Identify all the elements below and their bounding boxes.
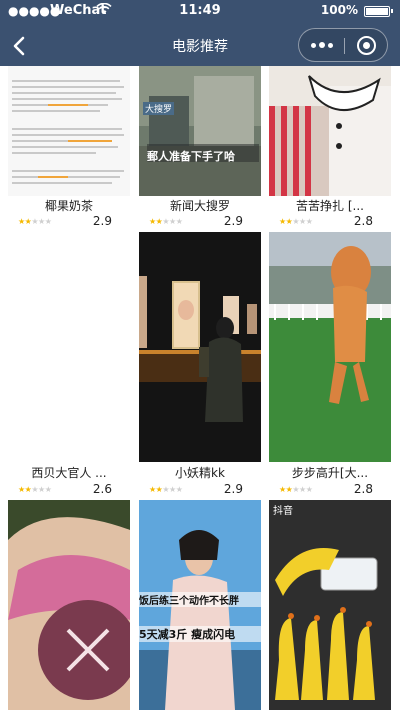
more-dots-icon bbox=[310, 42, 316, 48]
movie-thumbnail: 饭后练三个动作不长胖 5天减3斤 瘦成闪电 bbox=[139, 500, 261, 710]
thumbnail-caption: 5天减3斤 瘦成闪电 bbox=[139, 626, 261, 642]
top-bar: ●●●●● WeChat 11:49 100% 电影推荐 bbox=[0, 0, 400, 66]
movie-thumbnail bbox=[269, 232, 391, 462]
star-rating-icon: ★★★★★ bbox=[18, 485, 52, 494]
movie-thumbnail bbox=[8, 500, 130, 710]
tiktok-watermark: 抖音 bbox=[273, 506, 293, 517]
movie-card[interactable] bbox=[8, 500, 130, 710]
capsule-divider bbox=[344, 38, 345, 54]
movie-thumbnail bbox=[8, 232, 130, 462]
movie-card[interactable]: 抖音 bbox=[269, 500, 391, 710]
star-rating-icon: ★★★★★ bbox=[149, 485, 183, 494]
movie-thumbnail bbox=[8, 66, 130, 196]
movie-title: 苦苦挣扎 [... bbox=[296, 199, 364, 213]
star-rating-icon: ★★★★★ bbox=[279, 217, 313, 226]
thumbnail-caption: 饭后练三个动作不长胖 bbox=[139, 592, 261, 607]
movie-score: 2.9 bbox=[223, 214, 243, 228]
movie-score: 2.9 bbox=[92, 214, 112, 228]
movie-rating: ★★★★★ 2.8 bbox=[279, 214, 391, 228]
movie-rating: ★★★★★ 2.8 bbox=[279, 482, 391, 496]
movie-card[interactable]: 苦苦挣扎 [... ★★★★★ 2.8 bbox=[269, 66, 391, 231]
star-rating-icon: ★★★★★ bbox=[279, 485, 313, 494]
movie-title: 椰果奶茶 bbox=[44, 199, 93, 213]
battery-icon bbox=[364, 6, 393, 17]
close-miniprogram-button[interactable] bbox=[357, 36, 376, 55]
movie-thumbnail: 大搜罗 郵人准备下手了哈 bbox=[139, 66, 261, 196]
movie-rating: ★★★★★ 2.9 bbox=[18, 214, 130, 228]
navigation-bar: 电影推荐 bbox=[0, 26, 400, 66]
movie-score: 2.6 bbox=[92, 482, 112, 496]
movie-title: 小妖精kk bbox=[175, 466, 225, 480]
movie-rating: ★★★★★ 2.6 bbox=[18, 482, 130, 496]
movie-title: 西贝大官人 ... bbox=[31, 466, 107, 480]
movie-card[interactable]: 小妖精kk ★★★★★ 2.9 bbox=[139, 232, 261, 500]
movie-thumbnail bbox=[139, 232, 261, 462]
movie-thumbnail bbox=[269, 66, 391, 196]
battery-percentage: 100% bbox=[320, 3, 358, 17]
movie-card[interactable]: 饭后练三个动作不长胖 5天减3斤 瘦成闪电 bbox=[139, 500, 261, 710]
movie-rating: ★★★★★ 2.9 bbox=[149, 482, 261, 496]
movie-card[interactable]: 西贝大官人 ... ★★★★★ 2.6 bbox=[8, 232, 130, 500]
thumbnail-tag: 大搜罗 bbox=[143, 102, 175, 115]
movie-card[interactable]: 椰果奶茶 ★★★★★ 2.9 bbox=[8, 66, 130, 231]
movie-title: 步步高升[大... bbox=[291, 466, 369, 480]
movie-grid: 椰果奶茶 ★★★★★ 2.9 大搜罗 郵人准备下手了哈 新闻大搜罗 ★★★★★ … bbox=[0, 66, 400, 710]
movie-card[interactable]: 大搜罗 郵人准备下手了哈 新闻大搜罗 ★★★★★ 2.9 bbox=[139, 66, 261, 231]
movie-score: 2.9 bbox=[223, 482, 243, 496]
movie-score: 2.8 bbox=[353, 214, 373, 228]
more-menu-button[interactable] bbox=[299, 29, 344, 61]
star-rating-icon: ★★★★★ bbox=[18, 217, 52, 226]
thumbnail-caption: 郵人准备下手了哈 bbox=[147, 150, 235, 163]
status-bar: ●●●●● WeChat 11:49 100% bbox=[0, 0, 400, 22]
star-rating-icon: ★★★★★ bbox=[149, 217, 183, 226]
movie-score: 2.8 bbox=[353, 482, 373, 496]
movie-card[interactable]: 步步高升[大... ★★★★★ 2.8 bbox=[269, 232, 391, 500]
miniprogram-capsule bbox=[298, 28, 388, 62]
movie-title: 新闻大搜罗 bbox=[169, 199, 230, 213]
movie-rating: ★★★★★ 2.9 bbox=[149, 214, 261, 228]
movie-thumbnail: 抖音 bbox=[269, 500, 391, 710]
